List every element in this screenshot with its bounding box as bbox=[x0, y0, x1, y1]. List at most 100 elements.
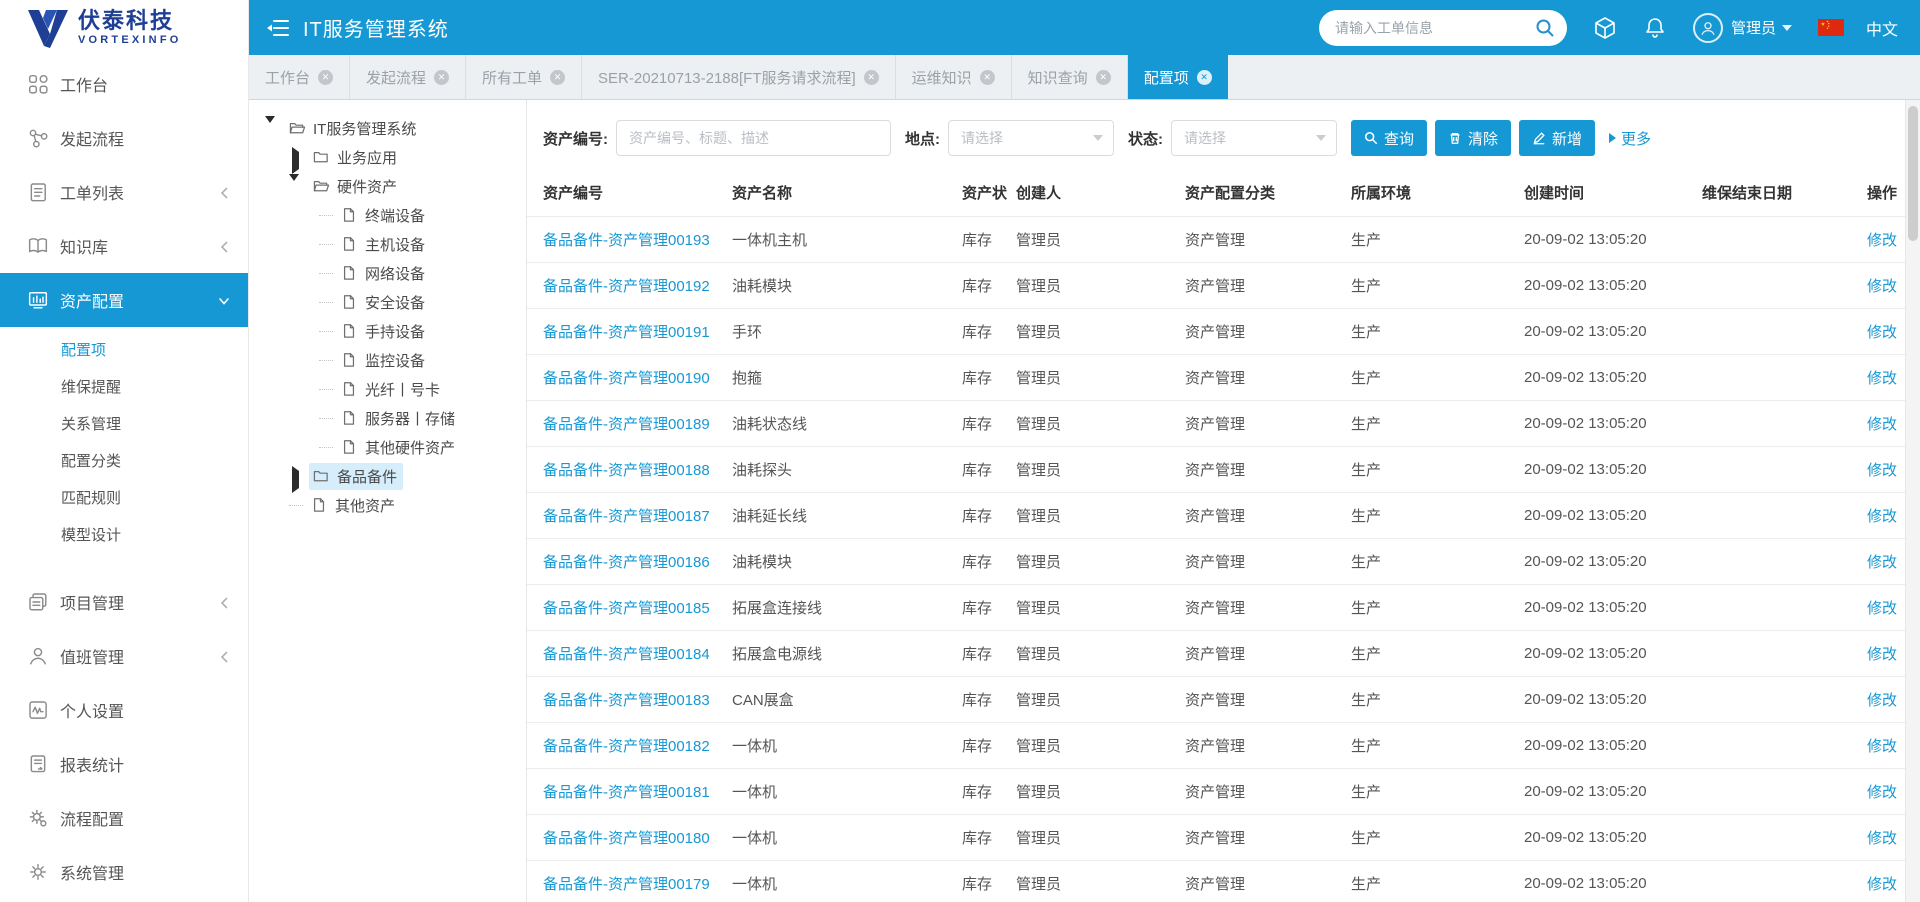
asset-no-input[interactable] bbox=[616, 120, 891, 156]
user-name[interactable]: 管理员 bbox=[1731, 17, 1776, 38]
avatar[interactable] bbox=[1693, 13, 1723, 43]
sidebar-item-发起流程[interactable]: 发起流程 bbox=[0, 111, 248, 165]
tree-node-其他硬件资产[interactable]: 其他硬件资产 bbox=[249, 433, 526, 462]
sidebar-item-个人设置[interactable]: 个人设置 bbox=[0, 683, 248, 737]
tree-node-业务应用[interactable]: 业务应用 bbox=[249, 143, 526, 172]
tab-1[interactable]: 工作台 ✕ bbox=[249, 55, 350, 99]
flag-cn-icon[interactable] bbox=[1818, 19, 1844, 36]
tree-node-监控设备[interactable]: 监控设备 bbox=[249, 346, 526, 375]
tab-close-icon[interactable]: ✕ bbox=[550, 70, 565, 85]
tree-node-IT服务管理系统[interactable]: IT服务管理系统 bbox=[249, 114, 526, 143]
asset-no-link[interactable]: 备品备件-资产管理00179 bbox=[543, 876, 710, 893]
tree-node-其他资产[interactable]: 其他资产 bbox=[249, 491, 526, 520]
more-link[interactable]: 更多 bbox=[1609, 128, 1651, 149]
asset-no-link[interactable]: 备品备件-资产管理00187 bbox=[543, 508, 710, 525]
tab-close-icon[interactable]: ✕ bbox=[980, 70, 995, 85]
tree-node-硬件资产[interactable]: 硬件资产 bbox=[249, 172, 526, 201]
sidebar-item-流程配置[interactable]: 流程配置 bbox=[0, 791, 248, 845]
edit-link[interactable]: 修改 bbox=[1867, 462, 1897, 479]
search-button[interactable]: 查询 bbox=[1351, 120, 1427, 156]
sidebar-subitem-匹配规则[interactable]: 匹配规则 bbox=[0, 479, 248, 516]
sidebar-item-工单列表[interactable]: 工单列表 bbox=[0, 165, 248, 219]
edit-link[interactable]: 修改 bbox=[1867, 830, 1897, 847]
tab-close-icon[interactable]: ✕ bbox=[318, 70, 333, 85]
edit-link[interactable]: 修改 bbox=[1867, 600, 1897, 617]
collapse-menu-icon[interactable] bbox=[267, 19, 289, 37]
add-button[interactable]: 新增 bbox=[1519, 120, 1595, 156]
cube-icon[interactable] bbox=[1593, 16, 1617, 40]
tab-6[interactable]: 知识查询 ✕ bbox=[1012, 55, 1128, 99]
asset-no-link[interactable]: 备品备件-资产管理00180 bbox=[543, 830, 710, 847]
clear-button[interactable]: 清除 bbox=[1435, 120, 1511, 156]
asset-no-link[interactable]: 备品备件-资产管理00189 bbox=[543, 416, 710, 433]
asset-no-link[interactable]: 备品备件-资产管理00182 bbox=[543, 738, 710, 755]
tab-close-icon[interactable]: ✕ bbox=[1096, 70, 1111, 85]
tree-node-服务器丨存储[interactable]: 服务器丨存储 bbox=[249, 404, 526, 433]
edit-link[interactable]: 修改 bbox=[1867, 646, 1897, 663]
tab-close-icon[interactable]: ✕ bbox=[434, 70, 449, 85]
cell-env: 生产 bbox=[1351, 262, 1524, 308]
asset-no-link[interactable]: 备品备件-资产管理00190 bbox=[543, 370, 710, 387]
tree-node-网络设备[interactable]: 网络设备 bbox=[249, 259, 526, 288]
asset-no-link[interactable]: 备品备件-资产管理00186 bbox=[543, 554, 710, 571]
tab-3[interactable]: 所有工单 ✕ bbox=[466, 55, 582, 99]
edit-link[interactable]: 修改 bbox=[1867, 738, 1897, 755]
sidebar-item-知识库[interactable]: 知识库 bbox=[0, 219, 248, 273]
tree-node-光纤丨号卡[interactable]: 光纤丨号卡 bbox=[249, 375, 526, 404]
asset-no-link[interactable]: 备品备件-资产管理00181 bbox=[543, 784, 710, 801]
language-switch[interactable]: 中文 bbox=[1866, 16, 1898, 40]
edit-link[interactable]: 修改 bbox=[1867, 508, 1897, 525]
sidebar-item-资产配置[interactable]: 资产配置 bbox=[0, 273, 248, 327]
edit-link[interactable]: 修改 bbox=[1867, 554, 1897, 571]
location-select[interactable]: 请选择 bbox=[948, 120, 1114, 156]
asset-no-link[interactable]: 备品备件-资产管理00192 bbox=[543, 278, 710, 295]
tree-node-主机设备[interactable]: 主机设备 bbox=[249, 230, 526, 259]
asset-no-link[interactable]: 备品备件-资产管理00193 bbox=[543, 232, 710, 249]
asset-no-link[interactable]: 备品备件-资产管理00191 bbox=[543, 324, 710, 341]
edit-link[interactable]: 修改 bbox=[1867, 324, 1897, 341]
sidebar-item-值班管理[interactable]: 值班管理 bbox=[0, 629, 248, 683]
cell-creator: 管理员 bbox=[1016, 354, 1185, 400]
sidebar-item-系统管理[interactable]: 系统管理 bbox=[0, 845, 248, 899]
tree-node-安全设备[interactable]: 安全设备 bbox=[249, 288, 526, 317]
sidebar-subitem-配置项[interactable]: 配置项 bbox=[0, 331, 248, 368]
sidebar-item-项目管理[interactable]: 项目管理 bbox=[0, 575, 248, 629]
edit-link[interactable]: 修改 bbox=[1867, 278, 1897, 295]
tree-node-备品备件[interactable]: 备品备件 bbox=[249, 462, 526, 491]
sidebar-subitem-关系管理[interactable]: 关系管理 bbox=[0, 405, 248, 442]
cell-created: 20-09-02 13:05:20 bbox=[1524, 446, 1702, 492]
bell-icon[interactable] bbox=[1643, 16, 1667, 40]
sidebar-item-报表统计[interactable]: 报表统计 bbox=[0, 737, 248, 791]
asset-no-link[interactable]: 备品备件-资产管理00184 bbox=[543, 646, 710, 663]
tab-4[interactable]: SER-20210713-2188[FT服务请求流程] ✕ bbox=[582, 55, 896, 99]
search-icon[interactable] bbox=[1535, 18, 1555, 38]
tree-connector bbox=[319, 447, 333, 448]
sidebar-item-工作台[interactable]: 工作台 bbox=[0, 57, 248, 111]
cell-created: 20-09-02 13:05:20 bbox=[1524, 538, 1702, 584]
asset-no-link[interactable]: 备品备件-资产管理00183 bbox=[543, 692, 710, 709]
tree-node-终端设备[interactable]: 终端设备 bbox=[249, 201, 526, 230]
vertical-scrollbar[interactable] bbox=[1905, 100, 1920, 902]
status-select[interactable]: 请选择 bbox=[1171, 120, 1337, 156]
tab-close-icon[interactable]: ✕ bbox=[864, 70, 879, 85]
tree-node-手持设备[interactable]: 手持设备 bbox=[249, 317, 526, 346]
edit-link[interactable]: 修改 bbox=[1867, 876, 1897, 893]
sidebar-subitem-模型设计[interactable]: 模型设计 bbox=[0, 516, 248, 553]
tab-close-icon[interactable]: ✕ bbox=[1197, 70, 1212, 85]
workorder-search-input[interactable] bbox=[1335, 20, 1535, 36]
edit-link[interactable]: 修改 bbox=[1867, 416, 1897, 433]
sidebar-subitem-配置分类[interactable]: 配置分类 bbox=[0, 442, 248, 479]
tab-5[interactable]: 运维知识 ✕ bbox=[896, 55, 1012, 99]
edit-link[interactable]: 修改 bbox=[1867, 692, 1897, 709]
tab-7[interactable]: 配置项 ✕ bbox=[1128, 55, 1228, 99]
user-dropdown-caret-icon[interactable] bbox=[1782, 25, 1792, 31]
edit-link[interactable]: 修改 bbox=[1867, 370, 1897, 387]
edit-link[interactable]: 修改 bbox=[1867, 232, 1897, 249]
asset-no-link[interactable]: 备品备件-资产管理00185 bbox=[543, 600, 710, 617]
asset-no-link[interactable]: 备品备件-资产管理00188 bbox=[543, 462, 710, 479]
tab-label: 所有工单 bbox=[482, 67, 542, 88]
sidebar-subitem-维保提醒[interactable]: 维保提醒 bbox=[0, 368, 248, 405]
scrollbar-thumb[interactable] bbox=[1908, 106, 1918, 241]
edit-link[interactable]: 修改 bbox=[1867, 784, 1897, 801]
tab-2[interactable]: 发起流程 ✕ bbox=[350, 55, 466, 99]
